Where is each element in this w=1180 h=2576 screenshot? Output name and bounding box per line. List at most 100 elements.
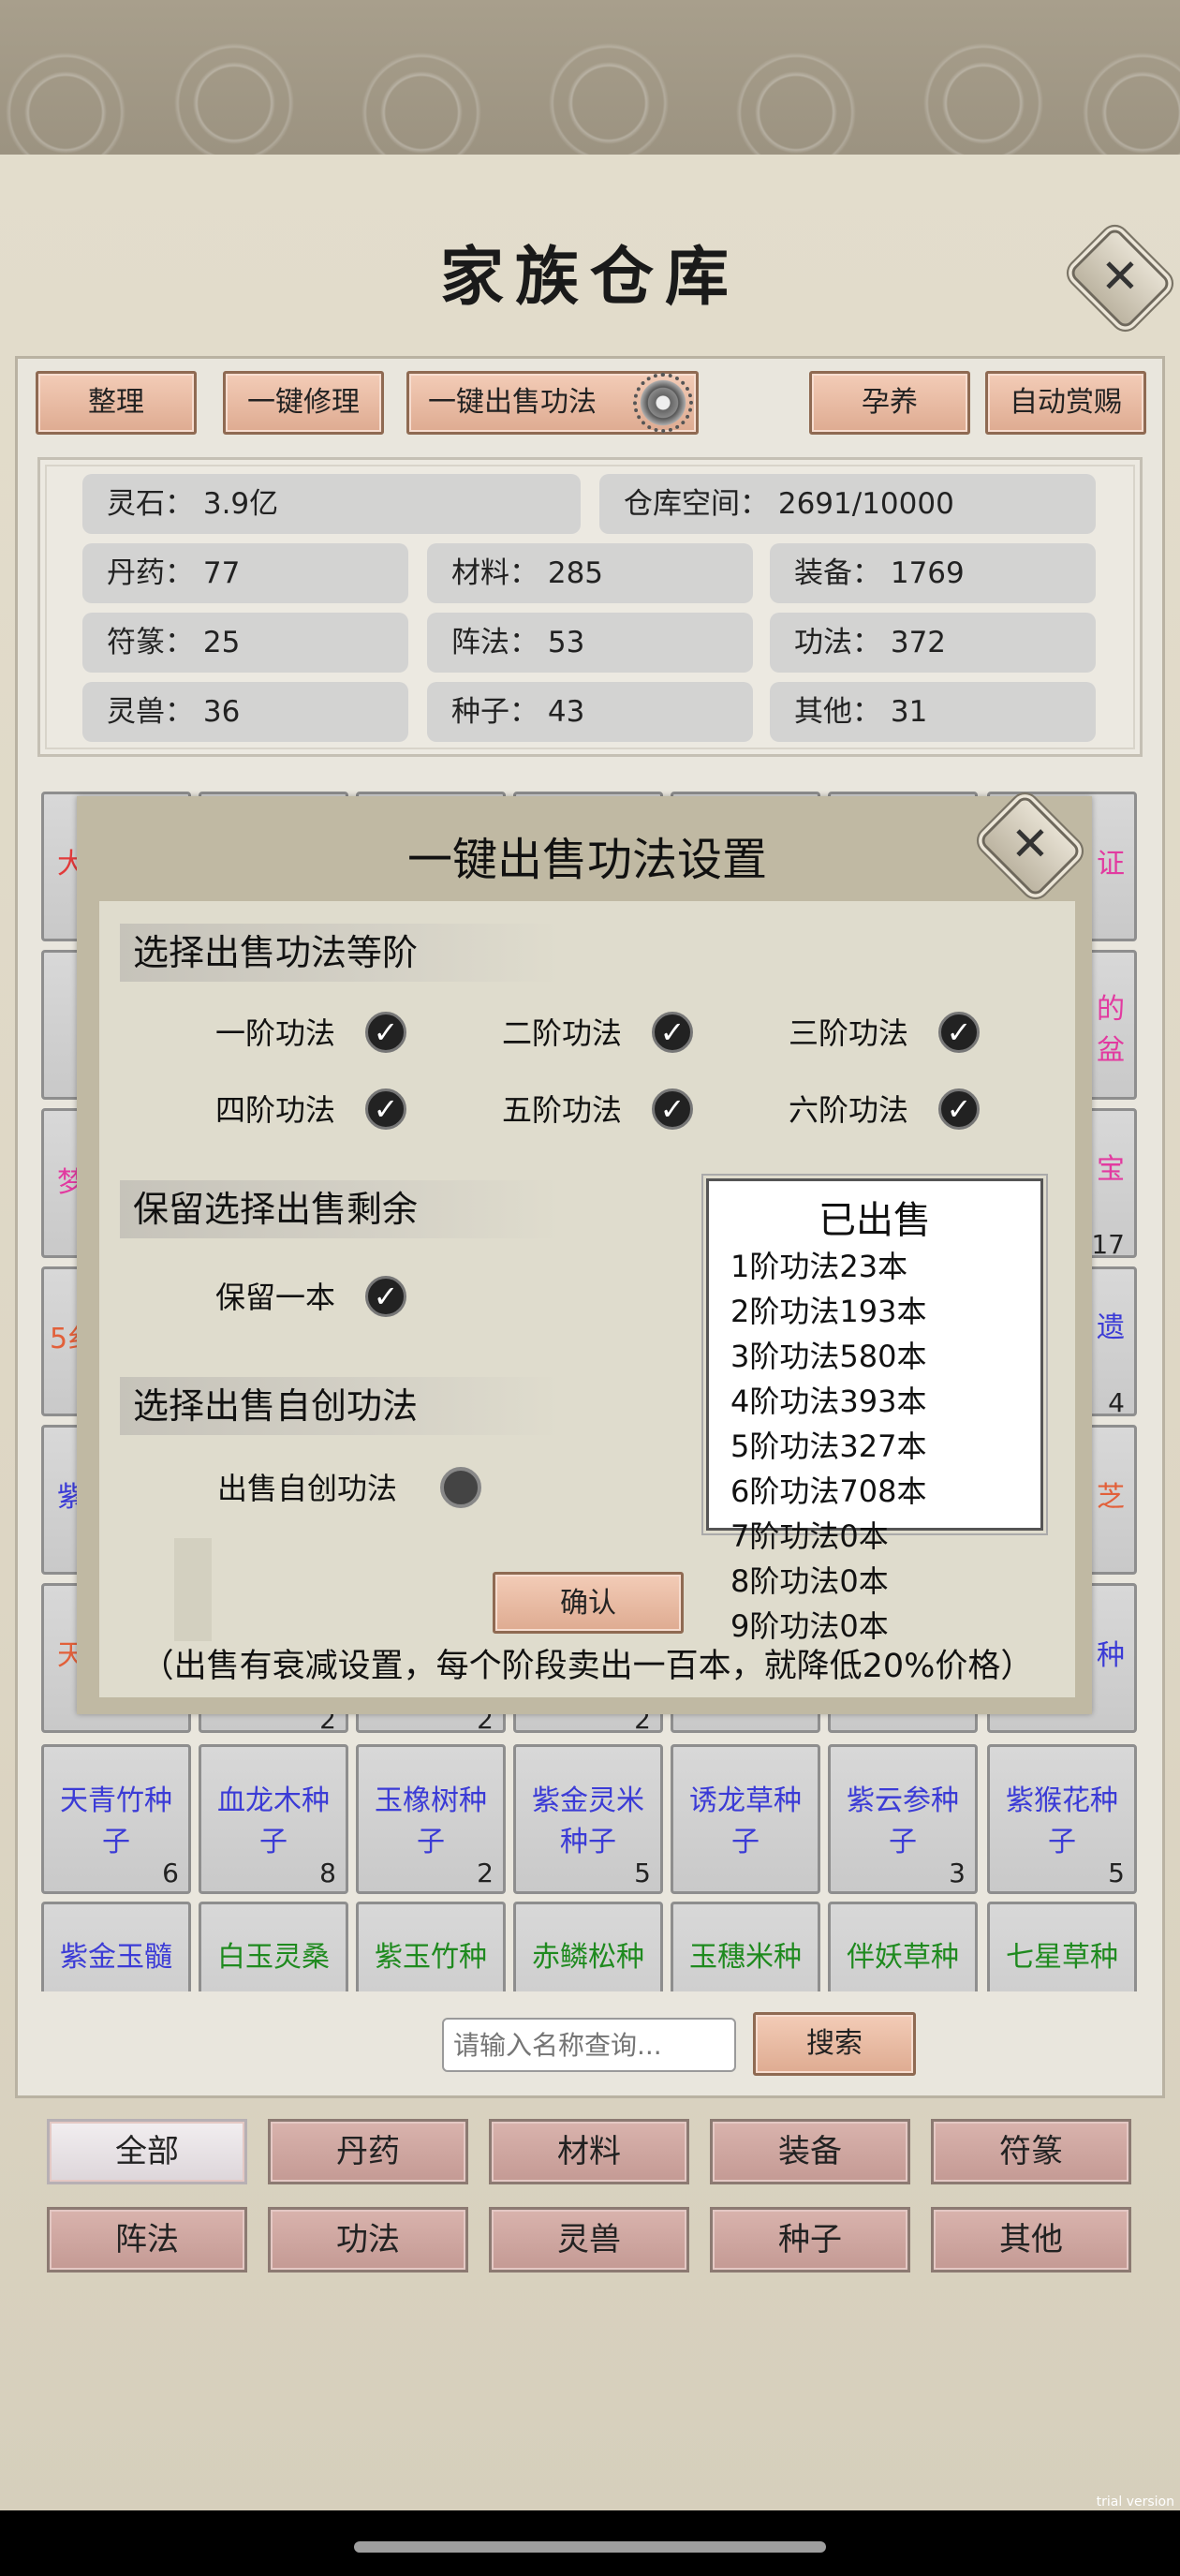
item-cell[interactable]: 七星草种 — [987, 1902, 1137, 1991]
tier-3-checkbox[interactable]: ✓ — [938, 1012, 980, 1053]
item-cell[interactable]: 伴妖草种 — [828, 1902, 978, 1991]
item-count: 17 — [1091, 1229, 1125, 1260]
tier-6-label: 六阶功法 — [789, 1092, 909, 1128]
item-name: 紫玉竹种 — [375, 1941, 487, 1974]
sold-line: 6阶功法708本 — [730, 1473, 927, 1509]
sold-line: 7阶功法0本 — [730, 1518, 889, 1554]
trial-watermark: trial version — [1096, 2495, 1174, 2509]
keep-one-checkbox[interactable]: ✓ — [365, 1276, 406, 1317]
item-name: 种 — [1097, 1639, 1125, 1672]
tab-talismans[interactable]: 符篆 — [931, 2119, 1131, 2184]
tier-6-checkbox[interactable]: ✓ — [938, 1088, 980, 1130]
item-cell-xuelongmu-seed[interactable]: 血龙木种子 8 — [199, 1744, 348, 1894]
stat-formations: 阵法： 53 — [427, 613, 753, 673]
item-name: 玉橡树种子 — [375, 1784, 487, 1858]
tab-pills[interactable]: 丹药 — [268, 2119, 468, 2184]
item-count: 6 — [162, 1858, 179, 1888]
sold-title: 已出售 — [819, 1199, 931, 1242]
sell-self-toggle[interactable] — [440, 1467, 481, 1508]
modal-title: 一键出售功法设置 — [406, 834, 767, 886]
section-self-heading: 选择出售自创功法 — [120, 1377, 560, 1435]
item-cell-youlongcao-seed[interactable]: 诱龙草种子 — [671, 1744, 820, 1894]
modal-close-button[interactable]: ✕ — [974, 793, 1086, 898]
sold-line: 3阶功法580本 — [730, 1339, 927, 1374]
stat-spirit-stone: 灵石： 3.9亿 — [82, 474, 581, 534]
item-name: 赤鳞松种 — [532, 1941, 644, 1974]
repair-all-button[interactable]: 一键修理 — [223, 371, 384, 435]
item-name: 伴妖草种 — [847, 1941, 959, 1974]
item-cell[interactable]: 玉穗米种 — [671, 1902, 820, 1991]
item-cell-tianqingzhu-seed[interactable]: 天青竹种子 6 — [41, 1744, 191, 1894]
tier-5-label: 五阶功法 — [502, 1092, 623, 1128]
item-count: 8 — [319, 1858, 336, 1888]
item-cell[interactable]: 紫金玉髓 — [41, 1902, 191, 1991]
tier-4-checkbox[interactable]: ✓ — [365, 1088, 406, 1130]
stat-others: 其他： 31 — [770, 682, 1096, 742]
nurture-button[interactable]: 孕养 — [809, 371, 970, 435]
item-name: 宝 — [1097, 1153, 1125, 1186]
item-name: 玉穗米种 — [689, 1941, 802, 1974]
page-title: 家族仓库 — [439, 240, 740, 315]
tier-2-checkbox[interactable]: ✓ — [652, 1012, 693, 1053]
sold-line: 2阶功法193本 — [730, 1294, 927, 1329]
item-count: 4 — [1108, 1387, 1125, 1418]
sold-line: 5阶功法327本 — [730, 1429, 927, 1464]
item-cell-ziyunshen-seed[interactable]: 紫云参种子 3 — [828, 1744, 978, 1894]
item-name: 白玉灵桑 — [217, 1941, 330, 1974]
tier-1-checkbox[interactable]: ✓ — [365, 1012, 406, 1053]
close-icon: ✕ — [1100, 249, 1140, 303]
search-button[interactable]: 搜索 — [753, 2012, 916, 2076]
item-row-partial: 紫金玉髓 白玉灵桑 紫玉竹种 赤鳞松种 玉穗米种 伴妖草种 七星草种 — [37, 1902, 1143, 1991]
tab-others[interactable]: 其他 — [931, 2207, 1131, 2273]
tab-seeds[interactable]: 种子 — [710, 2207, 910, 2273]
item-name: 血龙木种子 — [217, 1784, 330, 1858]
tab-materials[interactable]: 材料 — [489, 2119, 689, 2184]
tab-equipment[interactable]: 装备 — [710, 2119, 910, 2184]
item-cell[interactable]: 赤鳞松种 — [513, 1902, 663, 1991]
item-cell[interactable]: 紫玉竹种 — [356, 1902, 506, 1991]
tab-all[interactable]: 全部 — [47, 2119, 247, 2184]
stat-storage-space: 仓库空间： 2691/10000 — [599, 474, 1096, 534]
stat-beasts: 灵兽： 36 — [82, 682, 408, 742]
item-cell-zijinlingmi-seed[interactable]: 紫金灵米种子 5 — [513, 1744, 663, 1894]
tier-3-label: 三阶功法 — [789, 1015, 909, 1051]
item-name: 紫猴花种子 — [1006, 1784, 1118, 1858]
item-cell[interactable]: 白玉灵桑 — [199, 1902, 348, 1991]
tab-skills[interactable]: 功法 — [268, 2207, 468, 2273]
item-name: 遗 — [1097, 1311, 1125, 1344]
item-count: 3 — [949, 1858, 966, 1888]
item-name: 天青竹种子 — [60, 1784, 172, 1858]
sell-self-label: 出售自创功法 — [217, 1471, 398, 1506]
item-count: 5 — [1108, 1858, 1125, 1888]
sold-line: 1阶功法23本 — [730, 1249, 908, 1284]
confirm-button[interactable]: 确认 — [493, 1572, 684, 1634]
stat-materials: 材料： 285 — [427, 543, 753, 603]
modal-footnote: （出售有衰减设置，每个阶段卖出一百本，就降低20%价格） — [140, 1648, 1034, 1685]
item-cell-zihouhua-seed[interactable]: 紫猴花种子 5 — [987, 1744, 1137, 1894]
close-icon: ✕ — [1010, 817, 1050, 871]
sold-line: 4阶功法393本 — [730, 1384, 927, 1419]
gear-icon[interactable] — [633, 373, 693, 433]
item-name: 的 — [1097, 993, 1125, 1026]
tab-beasts[interactable]: 灵兽 — [489, 2207, 689, 2273]
item-name: 盆 — [1097, 1034, 1125, 1067]
tier-4-label: 四阶功法 — [215, 1092, 336, 1128]
stat-skills: 功法： 372 — [770, 613, 1096, 673]
section-keep-heading: 保留选择出售剩余 — [120, 1180, 560, 1238]
search-input[interactable] — [442, 2018, 736, 2072]
stat-equipment: 装备： 1769 — [770, 543, 1096, 603]
item-name: 芝 — [1097, 1481, 1125, 1514]
stat-pills: 丹药： 77 — [82, 543, 408, 603]
home-indicator[interactable] — [354, 2541, 826, 2553]
sort-button[interactable]: 整理 — [36, 371, 197, 435]
stat-seeds: 种子： 43 — [427, 682, 753, 742]
close-button[interactable]: ✕ — [1064, 226, 1176, 331]
auto-reward-button[interactable]: 自动赏赐 — [985, 371, 1146, 435]
top-wave-decoration — [0, 0, 1180, 164]
tab-formations[interactable]: 阵法 — [47, 2207, 247, 2273]
tier-1-label: 一阶功法 — [215, 1015, 336, 1051]
item-name: 诱龙草种子 — [689, 1784, 802, 1858]
item-cell-yuxiangshu-seed[interactable]: 玉橡树种子 2 — [356, 1744, 506, 1894]
item-count: 2 — [477, 1858, 494, 1888]
tier-5-checkbox[interactable]: ✓ — [652, 1088, 693, 1130]
